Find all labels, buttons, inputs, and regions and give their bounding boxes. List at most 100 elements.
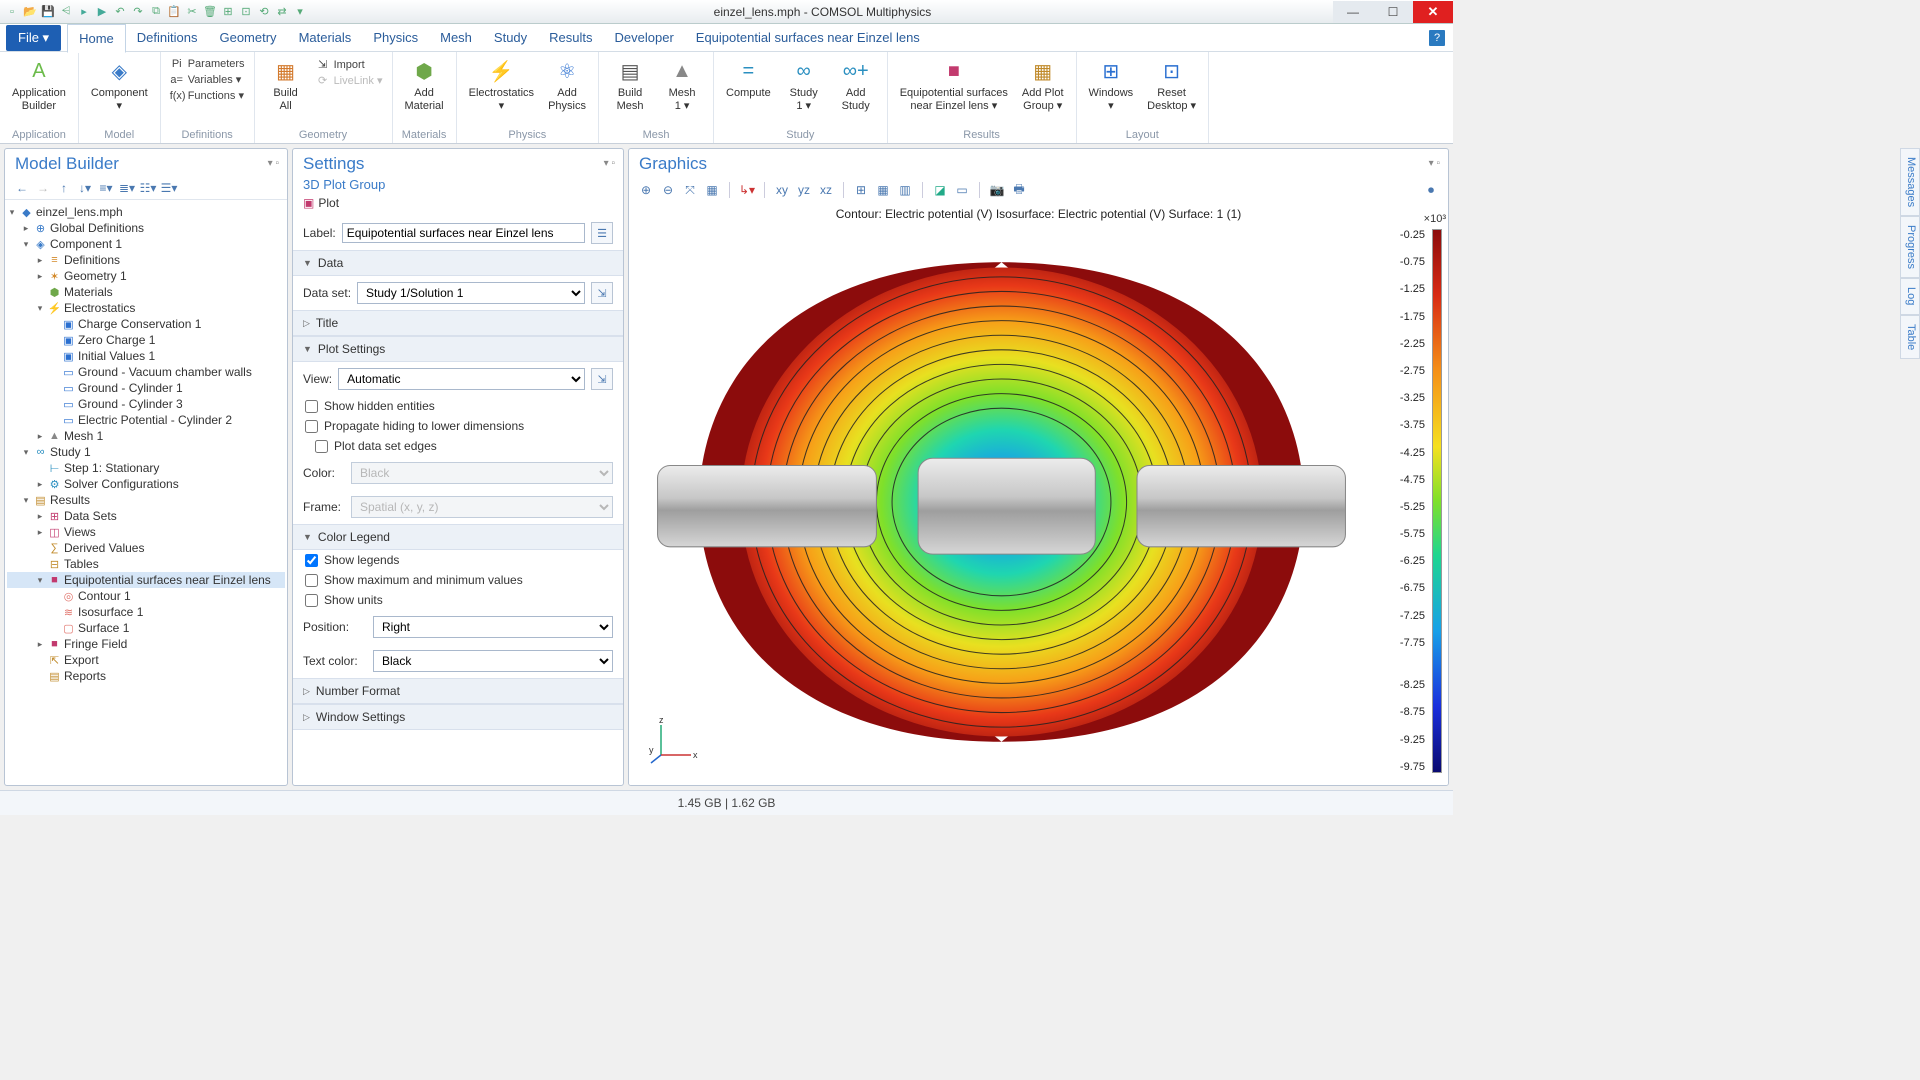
- tab-developer[interactable]: Developer: [604, 24, 685, 51]
- section-window-settings[interactable]: ▷Window Settings: [293, 704, 623, 730]
- qat-cut-icon[interactable]: ✂: [184, 4, 200, 20]
- section-data[interactable]: ▼Data: [293, 250, 623, 276]
- ribbon-variables-[interactable]: a=Variables ▾: [167, 72, 248, 87]
- view-go-icon[interactable]: ⇲: [591, 368, 613, 390]
- tree-definitions[interactable]: ▸≡Definitions: [7, 252, 285, 268]
- qat-copy-icon[interactable]: ⧉: [148, 4, 164, 20]
- ribbon-import[interactable]: ⇲Import: [313, 57, 386, 72]
- ribbon-build[interactable]: ▤BuildMesh: [605, 55, 655, 114]
- tree-electric-potential-cylinder-2[interactable]: ▭Electric Potential - Cylinder 2: [7, 412, 285, 428]
- chk-plotedges[interactable]: [315, 440, 328, 453]
- dock-tab-messages[interactable]: Messages: [1900, 148, 1920, 216]
- qat-tile-icon[interactable]: ⊞: [220, 4, 236, 20]
- model-tree[interactable]: ▾◆einzel_lens.mph▸⊕Global Definitions▾◈C…: [5, 200, 287, 785]
- zoom-box-icon[interactable]: ▦: [703, 181, 721, 199]
- ribbon-add[interactable]: ∞+AddStudy: [831, 55, 881, 114]
- ribbon-application[interactable]: AApplicationBuilder: [6, 55, 72, 114]
- ribbon-add[interactable]: ⚛AddPhysics: [542, 55, 592, 114]
- tree-ground-cylinder-3[interactable]: ▭Ground - Cylinder 3: [7, 396, 285, 412]
- dock-tab-table[interactable]: Table: [1900, 315, 1920, 359]
- tree-surface-1[interactable]: ▢Surface 1: [7, 620, 285, 636]
- section-plot-settings[interactable]: ▼Plot Settings: [293, 336, 623, 362]
- maximize-button[interactable]: ☐: [1373, 1, 1413, 23]
- ribbon-mesh[interactable]: ▲Mesh1 ▾: [657, 55, 707, 114]
- tree-equipotential-surfaces-near-einzel-lens[interactable]: ▾■Equipotential surfaces near Einzel len…: [7, 572, 285, 588]
- tree-views[interactable]: ▸◫Views: [7, 524, 285, 540]
- snapshot-icon[interactable]: 📷: [988, 181, 1006, 199]
- tab-materials[interactable]: Materials: [288, 24, 363, 51]
- hide-icon[interactable]: ▭: [953, 181, 971, 199]
- settings-menu-icon[interactable]: ▾ ▫: [604, 158, 615, 169]
- tree-component-1[interactable]: ▾◈Component 1: [7, 236, 285, 252]
- zoom-extents-icon[interactable]: ⤧: [681, 181, 699, 199]
- ribbon-add[interactable]: ⬢AddMaterial: [399, 55, 450, 114]
- qat-paste-icon[interactable]: 📋: [166, 4, 182, 20]
- tree-fringe-field[interactable]: ▸■Fringe Field: [7, 636, 285, 652]
- plot-button[interactable]: Plot: [318, 196, 339, 210]
- tree-solver-configurations[interactable]: ▸⚙Solver Configurations: [7, 476, 285, 492]
- position-select[interactable]: Right: [373, 616, 613, 638]
- tree-materials[interactable]: ⬢Materials: [7, 284, 285, 300]
- tree-geometry-1[interactable]: ▸✶Geometry 1: [7, 268, 285, 284]
- nav-back-icon[interactable]: ←: [13, 179, 31, 197]
- zoom-in-icon[interactable]: ⊕: [637, 181, 655, 199]
- tab-mesh[interactable]: Mesh: [429, 24, 483, 51]
- chk-showlegends[interactable]: [305, 554, 318, 567]
- tab-definitions[interactable]: Definitions: [126, 24, 209, 51]
- ribbon-electrostatics[interactable]: ⚡Electrostatics▾: [463, 55, 540, 114]
- chk-propagate[interactable]: [305, 420, 318, 433]
- qat-new-icon[interactable]: ▫: [4, 4, 20, 20]
- textcolor-select[interactable]: Black: [373, 650, 613, 672]
- label-go-icon[interactable]: ☰: [591, 222, 613, 244]
- dock-tab-log[interactable]: Log: [1900, 278, 1920, 314]
- help-icon[interactable]: ?: [1429, 30, 1445, 46]
- chk-hidden[interactable]: [305, 400, 318, 413]
- ribbon-windows[interactable]: ⊞Windows▾: [1083, 55, 1140, 114]
- label-input[interactable]: [342, 223, 585, 243]
- collapse-icon[interactable]: ≡▾: [97, 179, 115, 197]
- tab-home[interactable]: Home: [67, 24, 126, 53]
- list-mode-icon[interactable]: ☰▾: [160, 179, 178, 197]
- graphics-viewport[interactable]: Contour: Electric potential (V) Isosurfa…: [629, 203, 1448, 785]
- ribbon-reset[interactable]: ⊡ResetDesktop ▾: [1141, 55, 1202, 114]
- close-button[interactable]: ✕: [1413, 1, 1453, 23]
- section-color-legend[interactable]: ▼Color Legend: [293, 524, 623, 550]
- tree-zero-charge-1[interactable]: ▣Zero Charge 1: [7, 332, 285, 348]
- tree-data-sets[interactable]: ▸⊞Data Sets: [7, 508, 285, 524]
- chk-showmaxmin[interactable]: [305, 574, 318, 587]
- tab-results[interactable]: Results: [538, 24, 603, 51]
- qat-reset-icon[interactable]: ⟲: [256, 4, 272, 20]
- qat-arrow-icon[interactable]: ▸: [76, 4, 92, 20]
- tree-ground-vacuum-chamber-walls[interactable]: ▭Ground - Vacuum chamber walls: [7, 364, 285, 380]
- qat-cascade-icon[interactable]: ⊡: [238, 4, 254, 20]
- graphics-menu-icon[interactable]: ▾ ▫: [1429, 158, 1440, 169]
- select-icon[interactable]: ◪: [931, 181, 949, 199]
- qat-more-icon[interactable]: ▾: [292, 4, 308, 20]
- tree-reports[interactable]: ▤Reports: [7, 668, 285, 684]
- dataset-go-icon[interactable]: ⇲: [591, 282, 613, 304]
- tab-study[interactable]: Study: [483, 24, 538, 51]
- tree-charge-conservation-1[interactable]: ▣Charge Conservation 1: [7, 316, 285, 332]
- ribbon-equipotential-surfaces[interactable]: ■Equipotential surfacesnear Einzel lens …: [894, 55, 1014, 114]
- qat-del-icon[interactable]: 🗑: [202, 4, 218, 20]
- qat-open-icon[interactable]: 📂: [22, 4, 38, 20]
- nav-fwd-icon[interactable]: →: [34, 179, 52, 197]
- ribbon-build[interactable]: ▦BuildAll: [261, 55, 311, 114]
- tab-equipotential-surfaces-near-einzel-lens[interactable]: Equipotential surfaces near Einzel lens: [685, 24, 931, 51]
- print-icon[interactable]: 🖶: [1010, 181, 1028, 199]
- dock-tab-progress[interactable]: Progress: [1900, 216, 1920, 278]
- ribbon-parameters[interactable]: PiParameters: [167, 57, 248, 71]
- qat-redo-icon[interactable]: ↷: [130, 4, 146, 20]
- axes-icon[interactable]: ↳▾: [738, 181, 756, 199]
- expand-icon[interactable]: ≣▾: [118, 179, 136, 197]
- dataset-select[interactable]: Study 1/Solution 1: [357, 282, 585, 304]
- section-title[interactable]: ▷Title: [293, 310, 623, 336]
- tree-results[interactable]: ▾▤Results: [7, 492, 285, 508]
- ribbon-add-plot[interactable]: ▦Add PlotGroup ▾: [1016, 55, 1070, 114]
- qat-save-icon[interactable]: 💾: [40, 4, 56, 20]
- tab-physics[interactable]: Physics: [362, 24, 429, 51]
- nav-down-icon[interactable]: ↓▾: [76, 179, 94, 197]
- qat-run-icon[interactable]: ▶: [94, 4, 110, 20]
- tree-tables[interactable]: ⊟Tables: [7, 556, 285, 572]
- tree-mesh-1[interactable]: ▸▲Mesh 1: [7, 428, 285, 444]
